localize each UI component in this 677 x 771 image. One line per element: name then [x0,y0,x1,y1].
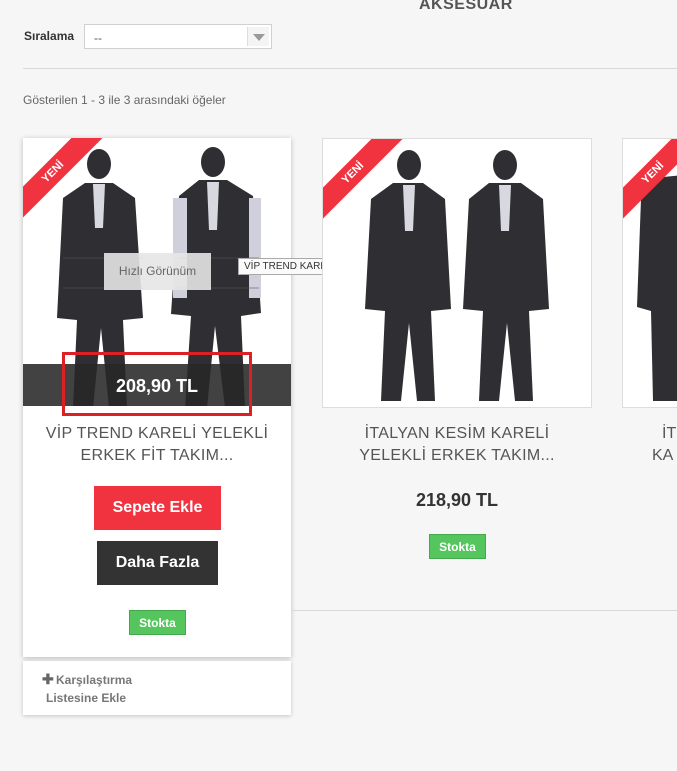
product-name-line2[interactable]: YELEKLİ ERKEK TAKIM... [322,444,592,468]
category-title: AKSESUAR [419,0,513,13]
product-name-line2[interactable]: ERKEK FİT TAKIM... [23,444,291,468]
price-highlight-box [62,352,252,416]
product-image-3[interactable]: YENİ [622,138,677,408]
sort-label: Sıralama [24,29,75,43]
compare-line1: Karşılaştırma [56,673,133,687]
product-image-2[interactable]: YENİ [322,138,592,408]
product-card-3: YENİ İT KA [622,138,677,464]
new-badge: YENİ [23,138,103,222]
product-name-line1[interactable]: VİP TREND KARELİ YELEKLİ [23,422,291,446]
product-card-2: YENİ İTALYAN KESİM KARELİ YELEKLİ ERKEK … [322,138,592,559]
new-ribbon: YENİ [23,138,110,225]
compare-link[interactable]: ✚ Karşılaştırma Listesine Ekle [23,661,291,715]
sort-select[interactable]: -- [84,24,272,49]
plus-icon: ✚ [42,671,54,687]
divider-bottom [292,610,677,611]
compare-line2: Listesine Ekle [46,691,127,705]
more-button[interactable]: Daha Fazla [97,541,218,585]
product-price: 218,90 TL [415,490,499,510]
divider-top [23,68,677,69]
stock-badge: Stokta [429,534,486,559]
new-badge: YENİ [623,139,677,223]
results-count: Gösterilen 1 - 3 ile 3 arasındaki öğeler [23,93,226,107]
sort-select-value: -- [94,31,102,45]
product-name-line2[interactable]: KA [652,444,673,468]
quick-view-button[interactable]: Hızlı Görünüm [104,253,211,290]
chevron-down-icon[interactable] [247,27,269,46]
new-ribbon: YENİ [623,139,677,226]
add-to-cart-button[interactable]: Sepete Ekle [94,486,221,530]
stock-badge: Stokta [129,610,186,635]
new-badge: YENİ [323,139,403,223]
new-ribbon: YENİ [323,139,410,226]
product-name-line1[interactable]: İT [662,422,676,446]
product-name-line1[interactable]: İTALYAN KESİM KARELİ [322,422,592,446]
